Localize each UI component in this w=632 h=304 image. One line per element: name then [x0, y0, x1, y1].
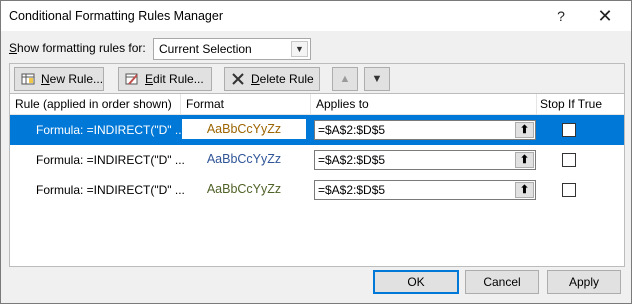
applies-to-value: =$A$2:$D$5 [318, 153, 386, 167]
applies-to-field[interactable]: =$A$2:$D$5 ⬆ [314, 180, 536, 200]
applies-to-value: =$A$2:$D$5 [318, 123, 386, 137]
move-up-button[interactable]: ▲ [332, 67, 358, 91]
close-button[interactable]: ✕ [593, 6, 617, 26]
stop-if-true-checkbox[interactable] [562, 123, 576, 137]
new-rule-button[interactable]: New Rule... [14, 67, 104, 91]
column-header-applies-to: Applies to [316, 97, 369, 111]
stop-if-true-checkbox[interactable] [562, 183, 576, 197]
column-header-stop-if-true: Stop If True [540, 97, 603, 111]
delete-icon [232, 73, 244, 85]
range-picker-icon[interactable]: ⬆ [515, 152, 534, 168]
help-button[interactable]: ? [549, 6, 573, 26]
conditional-formatting-dialog: Conditional Formatting Rules Manager ? ✕… [0, 0, 632, 304]
column-header-rule: Rule (applied in order shown) [15, 97, 172, 111]
edit-rule-button[interactable]: Edit Rule... [118, 67, 212, 91]
show-rules-dropdown[interactable]: Current Selection ▼ [153, 38, 311, 60]
range-picker-icon[interactable]: ⬆ [515, 182, 534, 198]
rules-table: Rule (applied in order shown) Format App… [9, 93, 625, 267]
move-down-button[interactable]: ▼ [364, 67, 390, 91]
format-preview: AaBbCcYyZz [206, 152, 282, 166]
stop-if-true-checkbox[interactable] [562, 153, 576, 167]
rule-row[interactable]: Formula: =INDIRECT("D" ... AaBbCcYyZz =$… [10, 145, 624, 175]
show-rules-value: Current Selection [159, 42, 252, 56]
range-picker-icon[interactable]: ⬆ [515, 122, 534, 138]
applies-to-field[interactable]: =$A$2:$D$5 ⬆ [314, 120, 536, 140]
table-header: Rule (applied in order shown) Format App… [10, 94, 624, 115]
rule-row[interactable]: Formula: =INDIRECT("D" ... AaBbCcYyZz =$… [10, 175, 624, 205]
rule-description: Formula: =INDIRECT("D" ... [36, 123, 185, 137]
delete-rule-label: Delete Rule [251, 72, 314, 86]
format-preview: AaBbCcYyZz [182, 119, 306, 139]
format-preview: AaBbCcYyZz [206, 182, 282, 196]
rule-row[interactable]: Formula: =INDIRECT("D" ... AaBbCcYyZz =$… [10, 115, 624, 145]
new-rule-icon [21, 73, 35, 85]
show-rules-label: Show formatting rules for: [9, 41, 146, 55]
column-header-format: Format [186, 97, 225, 111]
edit-rule-icon [125, 73, 138, 85]
applies-to-field[interactable]: =$A$2:$D$5 ⬆ [314, 150, 536, 170]
rule-description: Formula: =INDIRECT("D" ... [36, 153, 185, 167]
dialog-title: Conditional Formatting Rules Manager [9, 9, 223, 23]
chevron-down-icon[interactable]: ▼ [291, 41, 308, 57]
new-rule-label: New Rule... [41, 72, 104, 86]
delete-rule-button[interactable]: Delete Rule [224, 67, 320, 91]
ok-button[interactable]: OK [373, 270, 459, 294]
title-bar: Conditional Formatting Rules Manager ? ✕ [1, 1, 631, 31]
rule-description: Formula: =INDIRECT("D" ... [36, 183, 185, 197]
cancel-button[interactable]: Cancel [465, 270, 539, 294]
apply-button[interactable]: Apply [547, 270, 621, 294]
edit-rule-label: Edit Rule... [145, 72, 204, 86]
applies-to-value: =$A$2:$D$5 [318, 183, 386, 197]
rules-toolbar: New Rule... Edit Rule... Delete Rule ▲ ▼ [9, 63, 625, 95]
